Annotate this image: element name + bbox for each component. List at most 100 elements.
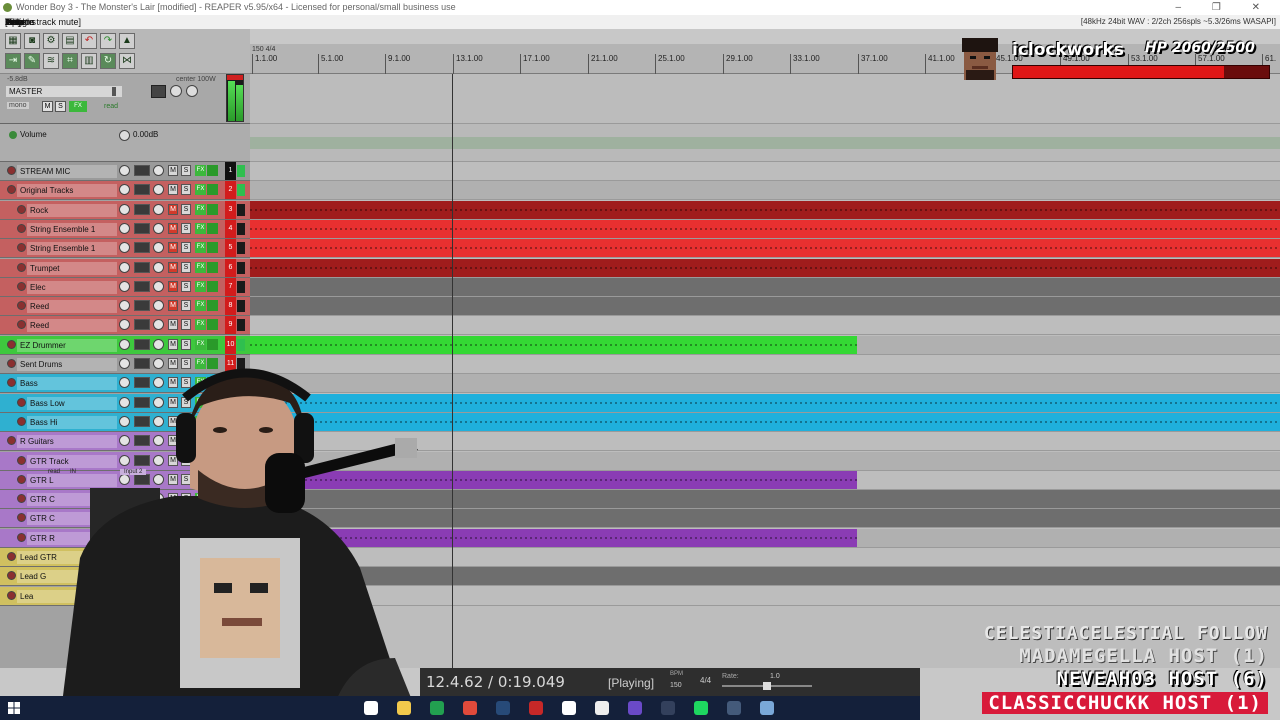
track-row[interactable]: STREAM MIC M S FX 1: [0, 162, 250, 181]
mute-button[interactable]: M: [168, 300, 178, 311]
fx-bypass-icon[interactable]: [207, 165, 218, 176]
track-name[interactable]: Reed: [27, 319, 117, 332]
track-row[interactable]: Reed M S FX 8: [0, 297, 250, 316]
fx-bypass-icon[interactable]: [207, 300, 218, 311]
record-arm-icon[interactable]: [17, 224, 26, 233]
pan-knob[interactable]: [153, 165, 164, 176]
solo-button[interactable]: S: [181, 281, 191, 292]
solo-button[interactable]: S: [181, 165, 191, 176]
app-icon[interactable]: [628, 701, 642, 715]
fx-button[interactable]: FX: [195, 223, 206, 234]
volume-knob[interactable]: [119, 184, 130, 195]
volume-knob[interactable]: [119, 319, 130, 330]
track-name[interactable]: Trumpet: [27, 262, 117, 275]
redo-icon[interactable]: ↷: [100, 33, 116, 49]
record-arm-icon[interactable]: [7, 340, 16, 349]
fx-bypass-icon[interactable]: [207, 223, 218, 234]
fx-button[interactable]: FX: [195, 204, 206, 215]
settings-icon[interactable]: ⚙: [43, 33, 59, 49]
pan-knob[interactable]: [153, 242, 164, 253]
red-app-icon[interactable]: [529, 701, 543, 715]
route-icon[interactable]: [134, 242, 150, 253]
record-arm-icon[interactable]: [17, 205, 26, 214]
track-row[interactable]: Rock M S FX 3: [0, 201, 250, 220]
route-icon[interactable]: [134, 223, 150, 234]
track-lane[interactable]: [250, 181, 1280, 200]
route-icon[interactable]: [151, 85, 166, 98]
fx-button[interactable]: FX: [195, 339, 206, 350]
track-name[interactable]: Rock: [27, 204, 117, 217]
fx-button[interactable]: FX: [195, 242, 206, 253]
track-lane[interactable]: [250, 201, 1280, 220]
solo-button[interactable]: S: [181, 204, 191, 215]
pan-knob[interactable]: [153, 262, 164, 273]
master-pan-knob[interactable]: [170, 85, 182, 97]
pan-knob[interactable]: [153, 204, 164, 215]
pan-knob[interactable]: [153, 339, 164, 350]
chrome-icon[interactable]: [463, 701, 477, 715]
media-item[interactable]: [250, 201, 1280, 219]
media-item[interactable]: [250, 259, 1280, 277]
chrome-icon[interactable]: [562, 701, 576, 715]
mute-button[interactable]: M: [168, 319, 178, 330]
pan-knob[interactable]: [153, 319, 164, 330]
mute-button[interactable]: M: [168, 184, 178, 195]
record-arm-icon[interactable]: [17, 243, 26, 252]
track-name[interactable]: Reed: [27, 300, 117, 313]
app-icon[interactable]: [661, 701, 675, 715]
fx-bypass-icon[interactable]: [207, 339, 218, 350]
volume-knob[interactable]: [119, 300, 130, 311]
mute-button[interactable]: M: [168, 204, 178, 215]
green-app-icon[interactable]: [430, 701, 444, 715]
mute-button[interactable]: M: [168, 281, 178, 292]
route-icon[interactable]: [134, 165, 150, 176]
record-arm-icon[interactable]: [17, 320, 26, 329]
track-row[interactable]: Elec M S FX 7: [0, 278, 250, 297]
record-arm-icon[interactable]: [7, 185, 16, 194]
loop-icon[interactable]: ↻: [100, 53, 116, 69]
time-display[interactable]: 12.4.62 / 0:19.049: [426, 673, 565, 691]
steam-icon[interactable]: [496, 701, 510, 715]
master-track[interactable]: -5.8dB center 100W MASTER mono M S FX re…: [0, 74, 250, 124]
bpm-value[interactable]: 150: [670, 682, 682, 689]
app-icon[interactable]: [760, 701, 774, 715]
fx-button[interactable]: FX: [195, 184, 206, 195]
route-icon[interactable]: [134, 204, 150, 215]
master-fx-button[interactable]: FX: [69, 101, 87, 112]
volume-knob[interactable]: [119, 165, 130, 176]
media-item[interactable]: [250, 220, 1280, 238]
route-icon[interactable]: [134, 262, 150, 273]
solo-button[interactable]: S: [181, 184, 191, 195]
envelope-icon[interactable]: ≋: [43, 53, 59, 69]
solo-button[interactable]: S: [181, 339, 191, 350]
save-icon[interactable]: ◙: [24, 33, 40, 49]
tempo-marker[interactable]: 150 4/4: [252, 46, 275, 53]
volume-knob[interactable]: [119, 204, 130, 215]
fx-bypass-icon[interactable]: [207, 262, 218, 273]
window-controls[interactable]: – ❐ ✕: [1176, 0, 1274, 15]
undo-icon[interactable]: ↶: [81, 33, 97, 49]
record-arm-icon[interactable]: [17, 301, 26, 310]
route-icon[interactable]: [134, 319, 150, 330]
rate-slider-handle[interactable]: [763, 682, 771, 690]
volume-envelope-area[interactable]: [250, 124, 1280, 162]
track-lane[interactable]: [250, 220, 1280, 239]
solo-button[interactable]: S: [181, 223, 191, 234]
track-lane[interactable]: [250, 259, 1280, 278]
audio-device-status[interactable]: [48kHz 24bit WAV : 2/2ch 256spls ~5.3/26…: [1081, 15, 1276, 29]
volume-knob[interactable]: [119, 281, 130, 292]
volume-knob[interactable]: [119, 223, 130, 234]
volume-envelope-line[interactable]: [250, 137, 1280, 149]
track-name[interactable]: String Ensemble 1: [27, 242, 117, 255]
obs-icon[interactable]: [595, 701, 609, 715]
solo-button[interactable]: S: [181, 300, 191, 311]
track-lane[interactable]: [250, 278, 1280, 297]
record-arm-icon[interactable]: [7, 166, 16, 175]
fx-button[interactable]: FX: [195, 262, 206, 273]
mute-button[interactable]: M: [168, 165, 178, 176]
fx-button[interactable]: FX: [195, 281, 206, 292]
mute-button[interactable]: M: [168, 242, 178, 253]
master-solo-button[interactable]: S: [55, 101, 66, 112]
group-icon[interactable]: ▥: [81, 53, 97, 69]
search-icon[interactable]: [364, 701, 378, 715]
